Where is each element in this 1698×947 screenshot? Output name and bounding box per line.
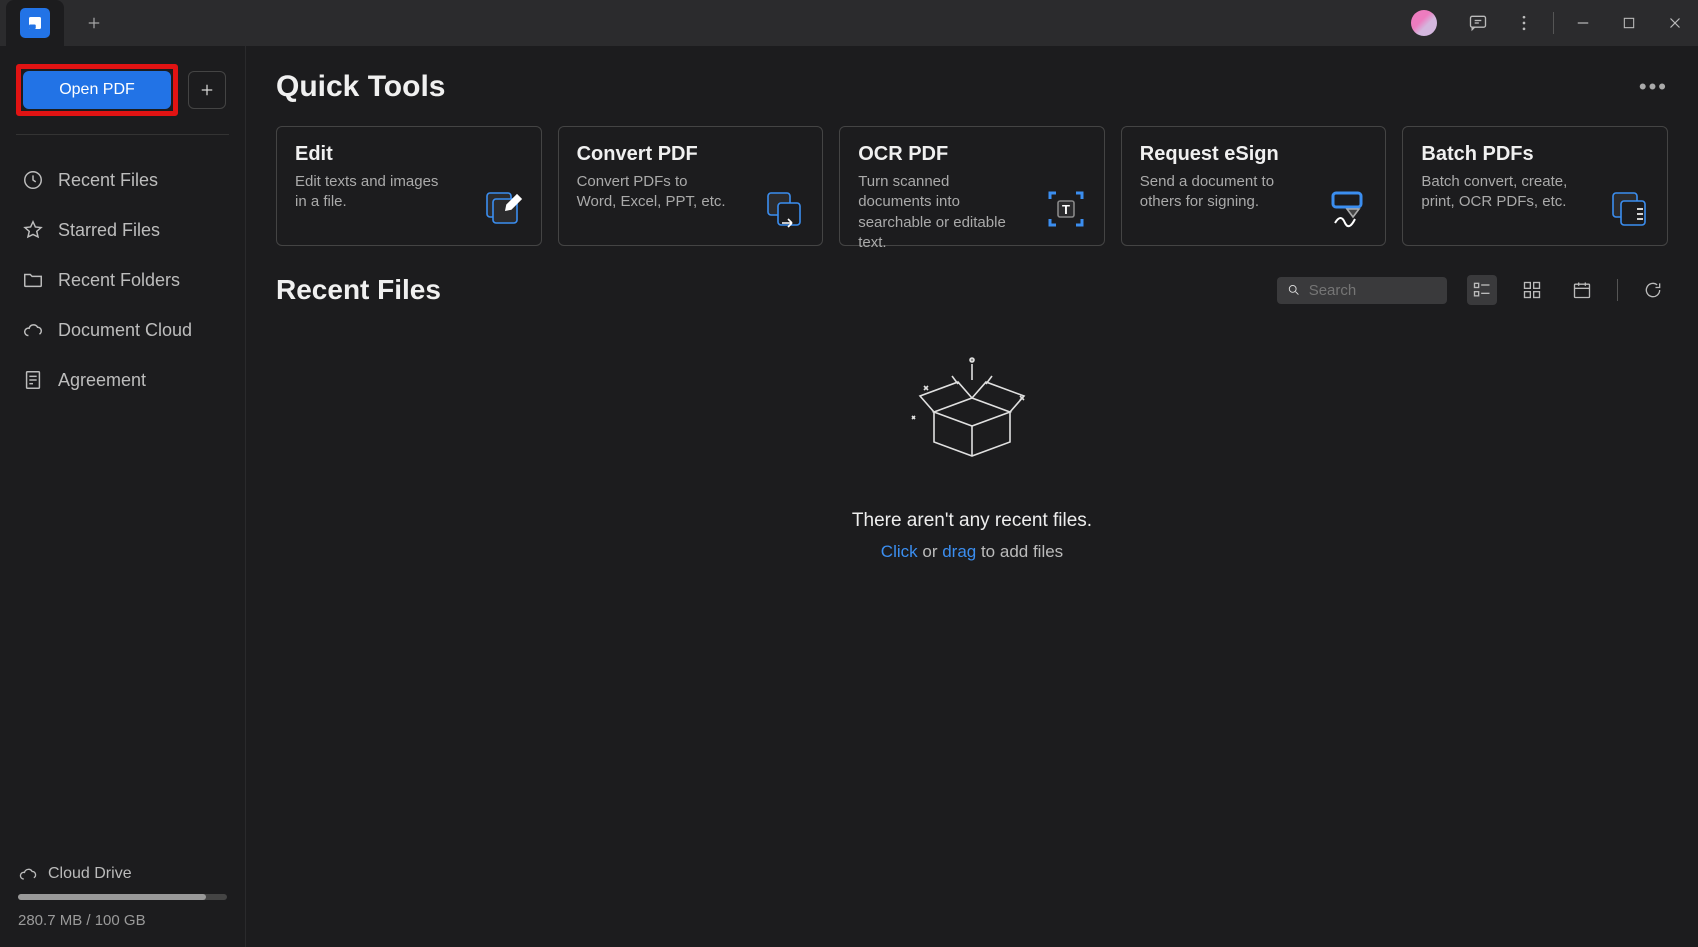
open-pdf-highlight: Open PDF — [16, 64, 178, 116]
maximize-button[interactable] — [1606, 0, 1652, 46]
avatar[interactable] — [1411, 10, 1437, 36]
empty-message: There aren't any recent files. — [852, 510, 1092, 532]
card-title: Edit — [295, 143, 523, 166]
edit-icon — [481, 187, 525, 231]
or-text: or — [918, 542, 943, 561]
ocr-icon: T — [1044, 187, 1088, 231]
sidebar-item-starred-files[interactable]: Starred Files — [6, 205, 239, 255]
app-logo-icon — [20, 8, 50, 38]
esign-icon — [1325, 187, 1369, 231]
more-menu-button[interactable] — [1501, 0, 1547, 46]
cloud-icon — [22, 319, 44, 341]
nav-label: Recent Folders — [58, 270, 180, 291]
card-desc: Edit texts and images in a file. — [295, 172, 450, 213]
card-desc: Convert PDFs to Word, Excel, PPT, etc. — [577, 172, 732, 213]
document-icon — [22, 369, 44, 391]
sidebar: Open PDF Recent Files Starred Files Rece… — [0, 46, 246, 947]
view-list-button[interactable] — [1467, 275, 1497, 305]
nav-label: Agreement — [58, 370, 146, 391]
titlebar — [0, 0, 1698, 46]
clock-icon — [22, 169, 44, 191]
minimize-button[interactable] — [1560, 0, 1606, 46]
card-title: OCR PDF — [858, 143, 1086, 166]
recent-files-heading: Recent Files — [276, 274, 441, 306]
empty-state: There aren't any recent files. Click or … — [276, 346, 1668, 562]
refresh-button[interactable] — [1638, 275, 1668, 305]
quick-tools-more-button[interactable]: ••• — [1639, 74, 1668, 100]
card-title: Convert PDF — [577, 143, 805, 166]
cloud-drive-panel: Cloud Drive 280.7 MB / 100 GB — [0, 850, 245, 947]
open-pdf-button[interactable]: Open PDF — [23, 71, 171, 109]
main-area: Quick Tools ••• Edit Edit texts and imag… — [246, 46, 1698, 947]
tool-card-edit[interactable]: Edit Edit texts and images in a file. — [276, 126, 542, 246]
tool-card-esign[interactable]: Request eSign Send a document to others … — [1121, 126, 1387, 246]
sidebar-item-recent-files[interactable]: Recent Files — [6, 155, 239, 205]
card-desc: Batch convert, create, print, OCR PDFs, … — [1421, 172, 1576, 213]
feedback-icon[interactable] — [1455, 0, 1501, 46]
batch-icon — [1607, 187, 1651, 231]
tool-card-convert[interactable]: Convert PDF Convert PDFs to Word, Excel,… — [558, 126, 824, 246]
suffix-text: to add files — [976, 542, 1063, 561]
folder-icon — [22, 269, 44, 291]
sidebar-item-document-cloud[interactable]: Document Cloud — [6, 305, 239, 355]
view-calendar-button[interactable] — [1567, 275, 1597, 305]
empty-action-text: Click or drag to add files — [881, 542, 1063, 562]
cloud-drive-label: Cloud Drive — [48, 865, 132, 883]
star-icon — [22, 219, 44, 241]
separator — [1617, 279, 1618, 301]
new-tab-button[interactable] — [74, 3, 114, 43]
separator — [1553, 12, 1554, 34]
svg-text:T: T — [1062, 202, 1070, 217]
close-button[interactable] — [1652, 0, 1698, 46]
tool-card-ocr[interactable]: OCR PDF Turn scanned documents into sear… — [839, 126, 1105, 246]
add-button[interactable] — [188, 71, 226, 109]
convert-icon — [762, 187, 806, 231]
search-icon — [1287, 282, 1301, 298]
nav-label: Starred Files — [58, 220, 160, 241]
sidebar-item-agreement[interactable]: Agreement — [6, 355, 239, 405]
open-pdf-label: Open PDF — [59, 81, 135, 99]
storage-usage-text: 280.7 MB / 100 GB — [18, 912, 227, 929]
card-desc: Send a document to others for signing. — [1140, 172, 1295, 213]
cloud-icon — [18, 864, 38, 884]
home-tab[interactable] — [6, 0, 64, 46]
storage-bar — [18, 894, 227, 900]
click-link[interactable]: Click — [881, 542, 918, 561]
nav-label: Document Cloud — [58, 320, 192, 341]
card-desc: Turn scanned documents into searchable o… — [858, 172, 1013, 253]
empty-box-icon — [902, 346, 1042, 486]
tool-card-batch[interactable]: Batch PDFs Batch convert, create, print,… — [1402, 126, 1668, 246]
card-title: Request eSign — [1140, 143, 1368, 166]
divider — [16, 134, 229, 135]
search-input[interactable] — [1309, 282, 1437, 299]
card-title: Batch PDFs — [1421, 143, 1649, 166]
drag-link[interactable]: drag — [942, 542, 976, 561]
view-grid-button[interactable] — [1517, 275, 1547, 305]
search-box[interactable] — [1277, 277, 1447, 304]
storage-bar-fill — [18, 894, 206, 900]
sidebar-item-recent-folders[interactable]: Recent Folders — [6, 255, 239, 305]
nav-label: Recent Files — [58, 170, 158, 191]
quick-tools-heading: Quick Tools — [276, 70, 445, 104]
